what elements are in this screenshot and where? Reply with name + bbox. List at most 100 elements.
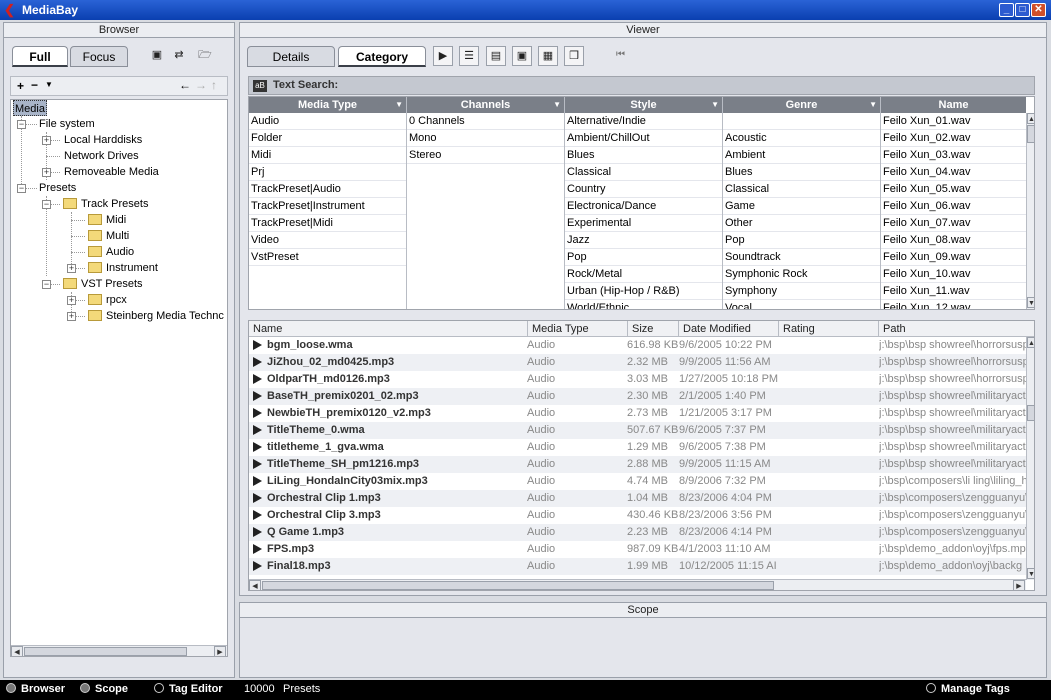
column-header-rating[interactable]: Rating [779, 321, 879, 337]
filter-item[interactable]: Folder [249, 130, 406, 147]
column-header-name[interactable]: Name [249, 321, 528, 337]
filter-icon[interactable]: ☰ [459, 46, 479, 66]
filter-item[interactable]: Stereo [407, 147, 564, 164]
filter-item[interactable]: Feilo Xun_08.wav [881, 232, 1026, 249]
filter-item[interactable]: Feilo Xun_07.wav [881, 215, 1026, 232]
filter-item[interactable]: Pop [723, 232, 880, 249]
table-row[interactable]: NewbieTH_premix0120_v2.mp3 Audio 2.73 MB 1/… [249, 405, 1027, 422]
scroll-up-icon[interactable]: ▲ [1027, 337, 1034, 348]
tree-node-audio[interactable]: Audio [88, 244, 134, 260]
filter-item[interactable]: Feilo Xun_04.wav [881, 164, 1026, 181]
filter-item[interactable]: Other [723, 215, 880, 232]
play-icon[interactable]: ▶ [433, 46, 453, 66]
expand-icon[interactable]: + [67, 296, 76, 305]
filter-item[interactable]: Classical [565, 164, 722, 181]
filter-item[interactable]: Feilo Xun_01.wav [881, 113, 1026, 130]
filter-item[interactable]: TrackPreset|Audio [249, 181, 406, 198]
filter-item[interactable]: Feilo Xun_05.wav [881, 181, 1026, 198]
scroll-right-icon[interactable]: ▶ [1013, 580, 1025, 590]
filter-item[interactable]: TrackPreset|Instrument [249, 198, 406, 215]
tree-node-local-harddisks[interactable]: Local Harddisks [64, 132, 142, 148]
play-icon[interactable] [253, 357, 262, 367]
column-header-size[interactable]: Size [628, 321, 679, 337]
filter-item[interactable]: Country [565, 181, 722, 198]
tree-node-media[interactable]: Media [13, 100, 47, 116]
filter-item[interactable]: Classical [723, 181, 880, 198]
table-row[interactable]: BaseTH_premix0201_02.mp3 Audio 2.30 MB 2/1/… [249, 388, 1027, 405]
table-row[interactable]: titletheme_1_gva.wma Audio 1.29 MB 9/6/2005… [249, 439, 1027, 456]
filter-item[interactable]: Blues [723, 164, 880, 181]
tree-node-track-presets[interactable]: Track Presets [63, 196, 148, 212]
play-icon[interactable] [253, 408, 262, 418]
play-icon[interactable] [253, 493, 262, 503]
list-view-icon[interactable]: ▤ [486, 46, 506, 66]
minimize-button[interactable]: _ [999, 3, 1014, 17]
tab-focus[interactable]: Focus [70, 46, 128, 67]
close-button[interactable]: ✕ [1031, 3, 1046, 17]
filter-item[interactable]: Symphony [723, 283, 880, 300]
tree-node-removeable-media[interactable]: Removeable Media [64, 164, 159, 180]
table-row[interactable]: Orchestral Clip 3.mp3 Audio 430.46 KB 8/23/… [249, 507, 1027, 524]
column-header-date-modified[interactable]: Date Modified [679, 321, 779, 337]
filter-item[interactable]: Feilo Xun_12.wav [881, 300, 1026, 309]
toggle-manage-tags[interactable]: Manage Tags [926, 680, 1010, 698]
tree-node-midi[interactable]: Midi [88, 212, 126, 228]
tree-node-multi[interactable]: Multi [88, 228, 129, 244]
expand-icon[interactable]: + [42, 136, 51, 145]
new-folder-icon[interactable]: 🗁 [195, 46, 215, 66]
filter-header[interactable]: Name [881, 97, 1026, 113]
scroll-up-icon[interactable]: ▲ [1027, 113, 1034, 124]
tab-category[interactable]: Category [338, 46, 426, 67]
table-row[interactable]: JiZhou_02_md0425.mp3 Audio 2.32 MB 9/9/2005… [249, 354, 1027, 371]
filter-item[interactable]: VstPreset [249, 249, 406, 266]
scroll-down-icon[interactable]: ▼ [1027, 297, 1034, 308]
play-icon[interactable] [253, 544, 262, 554]
collapse-icon[interactable]: − [42, 200, 51, 209]
results-horizontal-scrollbar[interactable]: ◀ ▶ [249, 579, 1026, 590]
filter-item[interactable]: Vocal [723, 300, 880, 309]
table-row[interactable]: LiLing_HondaInCity03mix.mp3 Audio 4.74 MB 8… [249, 473, 1027, 490]
play-icon[interactable] [253, 442, 262, 452]
chevron-down-icon[interactable]: ▼ [45, 80, 53, 89]
filter-item[interactable]: Blues [565, 147, 722, 164]
collapse-icon[interactable]: − [17, 120, 26, 129]
filter-item[interactable]: Soundtrack [723, 249, 880, 266]
tree-node-rpcx[interactable]: rpcx [88, 292, 127, 308]
filter-header[interactable]: Genre ▼ [723, 97, 880, 113]
tree-node-steinberg[interactable]: Steinberg Media Technc [88, 308, 224, 324]
expand-icon[interactable]: + [67, 264, 76, 273]
scroll-thumb[interactable] [24, 647, 187, 656]
scroll-thumb[interactable] [1027, 405, 1034, 421]
column-header-media-type[interactable]: Media Type [528, 321, 628, 337]
filter-item[interactable]: Prj [249, 164, 406, 181]
filter-header[interactable]: Channels ▼ [407, 97, 564, 113]
filter-item[interactable]: Ambient [723, 147, 880, 164]
play-icon[interactable] [253, 510, 262, 520]
play-icon[interactable] [253, 527, 262, 537]
filter-item[interactable]: Acoustic [723, 130, 880, 147]
results-vertical-scrollbar[interactable]: ▲ ▼ [1026, 337, 1034, 580]
expand-icon[interactable]: + [42, 168, 51, 177]
filter-item[interactable]: 0 Channels [407, 113, 564, 130]
tree-node-presets[interactable]: Presets [39, 180, 76, 196]
filter-item[interactable]: Electronica/Dance [565, 198, 722, 215]
filter-item[interactable]: World/Ethnic [565, 300, 722, 309]
table-row[interactable]: OldparTH_md0126.mp3 Audio 3.03 MB 1/27/2005… [249, 371, 1027, 388]
filter-item[interactable]: Audio [249, 113, 406, 130]
filter-item[interactable]: Symphonic Rock [723, 266, 880, 283]
scroll-left-icon[interactable]: ◀ [11, 646, 23, 656]
filter-item[interactable]: Midi [249, 147, 406, 164]
scroll-down-icon[interactable]: ▼ [1027, 568, 1034, 579]
table-row[interactable]: TitleTheme_SH_pm1216.mp3 Audio 2.88 MB 9/9/… [249, 456, 1027, 473]
filter-item[interactable]: Feilo Xun_11.wav [881, 283, 1026, 300]
tree-node-file-system[interactable]: File system [39, 116, 95, 132]
tree-horizontal-scrollbar[interactable]: ◀ ▶ [11, 645, 227, 656]
column-header-path[interactable]: Path [879, 321, 1034, 337]
preview-icon[interactable]: ▣ [512, 46, 532, 66]
filter-item[interactable] [723, 113, 880, 130]
play-icon[interactable] [253, 561, 262, 571]
toggle-tag-editor[interactable]: Tag Editor [154, 680, 223, 698]
maximize-button[interactable]: □ [1015, 3, 1030, 17]
table-row[interactable]: FPS.mp3 Audio 987.09 KB 4/1/2003 11:10 AM j:… [249, 541, 1027, 558]
filter-item[interactable]: Jazz [565, 232, 722, 249]
